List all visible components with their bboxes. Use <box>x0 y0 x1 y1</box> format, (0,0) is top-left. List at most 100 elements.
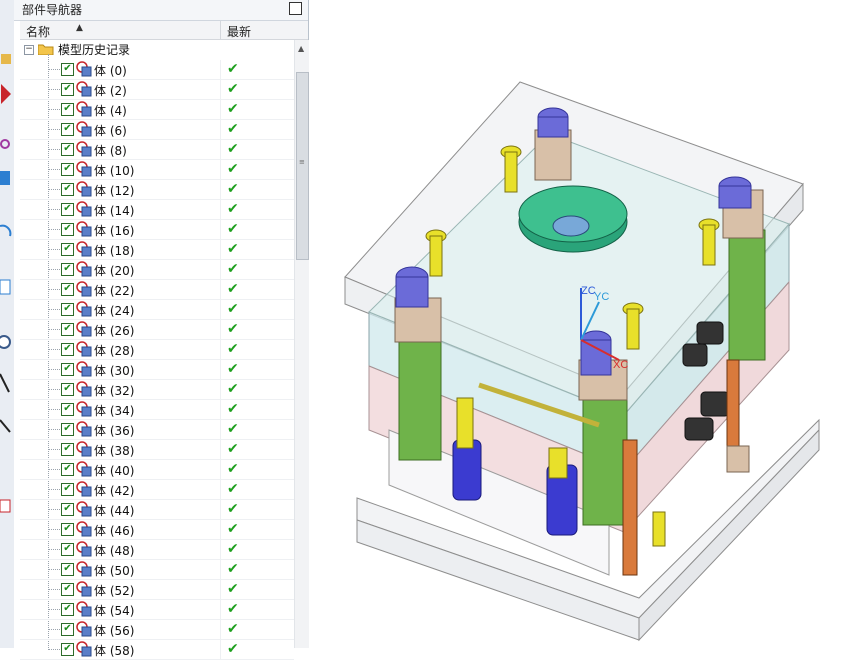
visibility-checkbox[interactable]: ✔ <box>61 443 74 456</box>
tree-row[interactable]: ✔ 体 (56) ✔ <box>20 620 294 640</box>
visibility-checkbox[interactable]: ✔ <box>61 543 74 556</box>
visibility-checkbox[interactable]: ✔ <box>61 143 74 156</box>
up-to-date-check-icon: ✔ <box>227 561 239 577</box>
visibility-checkbox[interactable]: ✔ <box>61 363 74 376</box>
feature-label: 体 (24) <box>94 304 135 318</box>
vertical-scrollbar[interactable]: ▲ ≡ <box>294 40 309 648</box>
tree-row[interactable]: ✔ 体 (20) ✔ <box>20 260 294 280</box>
tree-row[interactable]: ✔ 体 (48) ✔ <box>20 540 294 560</box>
visibility-checkbox[interactable]: ✔ <box>61 503 74 516</box>
tree-row[interactable]: ✔ 体 (16) ✔ <box>20 220 294 240</box>
up-to-date-check-icon: ✔ <box>227 221 239 237</box>
up-to-date-check-icon: ✔ <box>227 81 239 97</box>
visibility-checkbox[interactable]: ✔ <box>61 223 74 236</box>
tree-row[interactable]: ✔ 体 (44) ✔ <box>20 500 294 520</box>
body-feature-icon <box>76 361 92 377</box>
visibility-checkbox[interactable]: ✔ <box>61 163 74 176</box>
tree-row[interactable]: ✔ 体 (38) ✔ <box>20 440 294 460</box>
visibility-checkbox[interactable]: ✔ <box>61 303 74 316</box>
visibility-checkbox[interactable]: ✔ <box>61 623 74 636</box>
tree-row[interactable]: ✔ 体 (14) ✔ <box>20 200 294 220</box>
column-latest-header[interactable]: 最新 <box>227 23 251 40</box>
visibility-checkbox[interactable]: ✔ <box>61 563 74 576</box>
visibility-checkbox[interactable]: ✔ <box>61 183 74 196</box>
ejector-pin-orange <box>622 439 638 576</box>
guide-pillar-front-green <box>582 394 628 526</box>
visibility-checkbox[interactable]: ✔ <box>61 403 74 416</box>
tree-row[interactable]: ✔ 体 (34) ✔ <box>20 400 294 420</box>
visibility-checkbox[interactable]: ✔ <box>61 203 74 216</box>
tree-root-model-history[interactable]: − 模型历史记录 <box>20 40 290 60</box>
scrollbar-thumb[interactable]: ≡ <box>296 72 309 260</box>
tree-row[interactable]: ✔ 体 (4) ✔ <box>20 100 294 120</box>
visibility-checkbox[interactable]: ✔ <box>61 243 74 256</box>
tree-row[interactable]: ✔ 体 (10) ✔ <box>20 160 294 180</box>
mold-assembly-model[interactable]: ZC YC XC <box>309 0 861 648</box>
tree-row[interactable]: ✔ 体 (36) ✔ <box>20 420 294 440</box>
maximize-icon[interactable] <box>289 2 302 15</box>
assembly-navigator-icon <box>1 54 11 64</box>
tree-row[interactable]: ✔ 体 (26) ✔ <box>20 320 294 340</box>
visibility-checkbox[interactable]: ✔ <box>61 283 74 296</box>
collapse-icon[interactable]: − <box>24 45 34 55</box>
tree-connector <box>48 409 60 410</box>
visibility-checkbox[interactable]: ✔ <box>61 583 74 596</box>
row-column-divider <box>220 440 221 460</box>
scroll-up-arrow-icon[interactable]: ▲ <box>298 44 304 53</box>
graphics-viewport[interactable]: ZC YC XC <box>309 0 861 648</box>
sort-ascending-icon[interactable]: ▲ <box>76 23 83 33</box>
tree-row[interactable]: ✔ 体 (12) ✔ <box>20 180 294 200</box>
tree-row[interactable]: ✔ 体 (0) ✔ <box>20 60 294 80</box>
tree-row[interactable]: ✔ 体 (58) ✔ <box>20 640 294 660</box>
tree-row[interactable]: ✔ 体 (8) ✔ <box>20 140 294 160</box>
up-to-date-check-icon: ✔ <box>227 321 239 337</box>
tree-connector <box>48 369 60 370</box>
body-feature-icon <box>76 181 92 197</box>
tree-row[interactable]: ✔ 体 (54) ✔ <box>20 600 294 620</box>
body-feature-icon <box>76 601 92 617</box>
tree-row[interactable]: ✔ 体 (46) ✔ <box>20 520 294 540</box>
tree-row[interactable]: ✔ 体 (22) ✔ <box>20 280 294 300</box>
visibility-checkbox[interactable]: ✔ <box>61 83 74 96</box>
return-pin-left <box>456 397 474 449</box>
visibility-checkbox[interactable]: ✔ <box>61 123 74 136</box>
up-to-date-check-icon: ✔ <box>227 161 239 177</box>
visibility-checkbox[interactable]: ✔ <box>61 483 74 496</box>
up-to-date-check-icon: ✔ <box>227 461 239 477</box>
visibility-checkbox[interactable]: ✔ <box>61 423 74 436</box>
column-name-header[interactable]: 名称 <box>26 23 50 40</box>
visibility-checkbox[interactable]: ✔ <box>61 603 74 616</box>
tree-row[interactable]: ✔ 体 (2) ✔ <box>20 80 294 100</box>
visibility-checkbox[interactable]: ✔ <box>61 63 74 76</box>
feature-label: 体 (36) <box>94 424 135 438</box>
visibility-checkbox[interactable]: ✔ <box>61 643 74 656</box>
tree-row[interactable]: ✔ 体 (18) ✔ <box>20 240 294 260</box>
feature-label: 体 (20) <box>94 264 135 278</box>
panel-title: 部件导航器 <box>22 3 83 17</box>
up-to-date-check-icon: ✔ <box>227 441 239 457</box>
visibility-checkbox[interactable]: ✔ <box>61 343 74 356</box>
tree-row[interactable]: ✔ 体 (42) ✔ <box>20 480 294 500</box>
column-divider[interactable] <box>220 21 221 39</box>
visibility-checkbox[interactable]: ✔ <box>61 523 74 536</box>
tree-row[interactable]: ✔ 体 (6) ✔ <box>20 120 294 140</box>
body-feature-icon <box>76 501 92 517</box>
feature-label: 体 (4) <box>94 104 127 118</box>
tree-row[interactable]: ✔ 体 (28) ✔ <box>20 340 294 360</box>
tree-row[interactable]: ✔ 体 (24) ✔ <box>20 300 294 320</box>
visibility-checkbox[interactable]: ✔ <box>61 323 74 336</box>
tree-row[interactable]: ✔ 体 (50) ✔ <box>20 560 294 580</box>
tree-row[interactable]: ✔ 体 (30) ✔ <box>20 360 294 380</box>
tree-connector <box>48 509 60 510</box>
tree-row[interactable]: ✔ 体 (52) ✔ <box>20 580 294 600</box>
up-to-date-check-icon: ✔ <box>227 261 239 277</box>
feature-label: 体 (28) <box>94 344 135 358</box>
visibility-checkbox[interactable]: ✔ <box>61 463 74 476</box>
tree-row[interactable]: ✔ 体 (32) ✔ <box>20 380 294 400</box>
up-to-date-check-icon: ✔ <box>227 241 239 257</box>
visibility-checkbox[interactable]: ✔ <box>61 383 74 396</box>
folder-open-icon <box>38 44 54 55</box>
visibility-checkbox[interactable]: ✔ <box>61 263 74 276</box>
visibility-checkbox[interactable]: ✔ <box>61 103 74 116</box>
tree-row[interactable]: ✔ 体 (40) ✔ <box>20 460 294 480</box>
